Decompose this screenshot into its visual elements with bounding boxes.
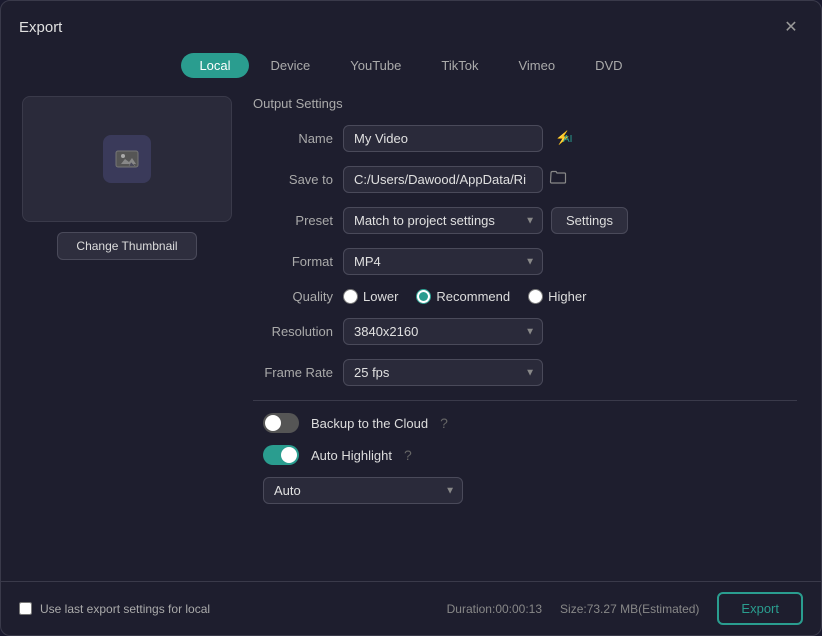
preset-row: Preset Match to project settings ▼ Setti…: [253, 207, 797, 234]
left-panel: Change Thumbnail: [17, 96, 237, 573]
format-select-wrap: MP4 ▼: [343, 248, 543, 275]
footer: Use last export settings for local Durat…: [1, 581, 821, 635]
framerate-row: Frame Rate 25 fps ▼: [253, 359, 797, 386]
quality-row: Quality Lower Recommend Higher: [253, 289, 797, 304]
quality-lower-option[interactable]: Lower: [343, 289, 398, 304]
title-bar: Export ✕: [1, 1, 821, 49]
format-row: Format MP4 ▼: [253, 248, 797, 275]
dialog-title: Export: [19, 19, 62, 36]
path-row: [343, 166, 567, 193]
tab-vimeo[interactable]: Vimeo: [500, 53, 573, 78]
format-label: Format: [253, 254, 333, 269]
svg-text:AI: AI: [563, 134, 572, 145]
framerate-label: Frame Rate: [253, 365, 333, 380]
quality-higher-radio[interactable]: [528, 289, 543, 304]
backup-label: Backup to the Cloud: [311, 416, 428, 431]
last-settings-label: Use last export settings for local: [40, 602, 210, 616]
auto-select-row: Auto ▼: [253, 477, 797, 504]
section-title: Output Settings: [253, 96, 797, 111]
autohighlight-label: Auto Highlight: [311, 448, 392, 463]
tab-device[interactable]: Device: [253, 53, 329, 78]
duration-info: Duration:00:00:13: [447, 602, 542, 616]
quality-label: Quality: [253, 289, 333, 304]
preset-select[interactable]: Match to project settings: [343, 207, 543, 234]
quality-higher-option[interactable]: Higher: [528, 289, 586, 304]
export-dialog: Export ✕ Local Device YouTube TikTok Vim…: [0, 0, 822, 636]
tab-local[interactable]: Local: [181, 53, 248, 78]
quality-higher-label: Higher: [548, 289, 586, 304]
save-to-label: Save to: [253, 172, 333, 187]
folder-icon[interactable]: [549, 168, 567, 191]
resolution-select-wrap: 3840x2160 ▼: [343, 318, 543, 345]
save-to-row: Save to: [253, 166, 797, 193]
export-button[interactable]: Export: [717, 592, 803, 625]
framerate-select[interactable]: 25 fps: [343, 359, 543, 386]
preset-select-wrap: Match to project settings ▼: [343, 207, 543, 234]
settings-button[interactable]: Settings: [551, 207, 628, 234]
ai-icon[interactable]: ⚡ AI: [553, 127, 573, 151]
quality-recommend-radio[interactable]: [416, 289, 431, 304]
name-row: Name ⚡ AI: [253, 125, 797, 152]
quality-lower-radio[interactable]: [343, 289, 358, 304]
quality-lower-label: Lower: [363, 289, 398, 304]
tabs-container: Local Device YouTube TikTok Vimeo DVD: [1, 49, 821, 88]
thumbnail-icon: [103, 135, 151, 183]
resolution-label: Resolution: [253, 324, 333, 339]
right-panel: Output Settings Name ⚡ AI Save to: [253, 96, 805, 573]
autohighlight-toggle-knob: [281, 447, 297, 463]
backup-toggle-knob: [265, 415, 281, 431]
thumbnail-preview: [22, 96, 232, 222]
main-content: Change Thumbnail Output Settings Name ⚡ …: [1, 88, 821, 573]
auto-select[interactable]: Auto: [263, 477, 463, 504]
quality-recommend-option[interactable]: Recommend: [416, 289, 510, 304]
preset-controls: Match to project settings ▼ Settings: [343, 207, 628, 234]
preset-label: Preset: [253, 213, 333, 228]
autohighlight-toggle[interactable]: [263, 445, 299, 465]
divider: [253, 400, 797, 401]
close-button[interactable]: ✕: [779, 15, 803, 39]
backup-toggle[interactable]: [263, 413, 299, 433]
name-input[interactable]: [343, 125, 543, 152]
save-path-input[interactable]: [343, 166, 543, 193]
resolution-row: Resolution 3840x2160 ▼: [253, 318, 797, 345]
change-thumbnail-button[interactable]: Change Thumbnail: [57, 232, 196, 260]
format-select[interactable]: MP4: [343, 248, 543, 275]
last-settings-checkbox[interactable]: [19, 602, 32, 615]
autohighlight-help-icon[interactable]: ?: [404, 447, 412, 463]
autohighlight-row: Auto Highlight ?: [253, 445, 797, 465]
quality-recommend-label: Recommend: [436, 289, 510, 304]
footer-left: Use last export settings for local: [19, 602, 210, 616]
size-info: Size:73.27 MB(Estimated): [560, 602, 699, 616]
quality-options: Lower Recommend Higher: [343, 289, 586, 304]
framerate-select-wrap: 25 fps ▼: [343, 359, 543, 386]
backup-row: Backup to the Cloud ?: [253, 413, 797, 433]
name-label: Name: [253, 131, 333, 146]
resolution-select[interactable]: 3840x2160: [343, 318, 543, 345]
tab-tiktok[interactable]: TikTok: [423, 53, 496, 78]
footer-right: Duration:00:00:13 Size:73.27 MB(Estimate…: [447, 592, 803, 625]
backup-help-icon[interactable]: ?: [440, 415, 448, 431]
auto-select-wrap: Auto ▼: [263, 477, 463, 504]
tab-dvd[interactable]: DVD: [577, 53, 640, 78]
tab-youtube[interactable]: YouTube: [332, 53, 419, 78]
